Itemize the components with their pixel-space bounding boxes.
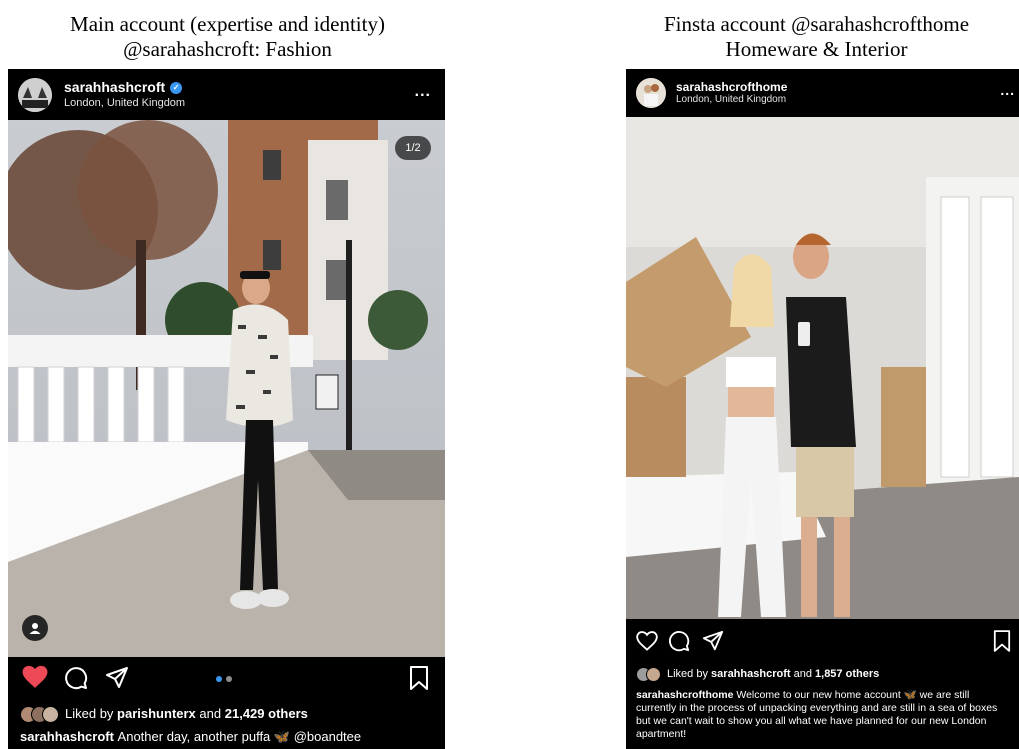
post-header: sarahhashcroft ✓ London, United Kingdom … xyxy=(8,69,445,120)
tagged-user-icon[interactable] xyxy=(22,615,48,641)
left-caption-line1: Main account (expertise and identity) xyxy=(70,12,385,36)
liked-by-label: Liked by xyxy=(65,706,114,721)
verified-badge-icon: ✓ xyxy=(170,81,183,94)
right-caption-line1: Finsta account @sarahashcrofthome xyxy=(663,12,970,36)
location[interactable]: London, United Kingdom xyxy=(676,94,787,106)
liked-by-user-link[interactable]: parishunterx xyxy=(117,705,196,723)
more-options-button[interactable]: ... xyxy=(415,83,431,101)
username-text: sarahashcrofthome xyxy=(676,80,788,94)
caption-username[interactable]: sarahhashcroft xyxy=(20,729,114,744)
post-photo[interactable]: 1/2 xyxy=(8,120,445,657)
right-figure-caption: Finsta account @sarahashcrofthome Homewa… xyxy=(614,12,1019,62)
liker-avatars xyxy=(20,705,59,723)
location[interactable]: London, United Kingdom xyxy=(64,96,185,110)
liked-by-user-link[interactable]: sarahhashcroft xyxy=(711,667,790,682)
likes-count-link[interactable]: 21,429 others xyxy=(225,705,308,723)
left-caption-line2: @sarahashcroft: Fashion xyxy=(123,37,332,61)
liked-by-label: Liked by xyxy=(667,668,708,680)
apartment-photo-illustration xyxy=(626,117,1019,619)
post-caption: sarahhashcroft Another day, another puff… xyxy=(20,728,440,745)
more-options-button[interactable]: ... xyxy=(1000,82,1015,98)
share-send-icon[interactable] xyxy=(105,666,129,690)
liked-by-and: and xyxy=(793,668,812,680)
action-bar xyxy=(8,657,445,699)
action-bar xyxy=(626,619,1019,663)
avatar[interactable] xyxy=(18,77,52,112)
likes-row: Liked by parishunterx and 21,429 others xyxy=(20,705,308,723)
liker-avatars xyxy=(636,667,661,682)
caption-username[interactable]: sarahashcrofthome xyxy=(636,689,733,701)
like-heart-icon[interactable] xyxy=(636,631,658,651)
street-photo-illustration xyxy=(8,120,445,657)
share-send-icon[interactable] xyxy=(702,630,724,652)
save-bookmark-icon[interactable] xyxy=(409,666,429,690)
left-figure-caption: Main account (expertise and identity) @s… xyxy=(0,12,455,62)
username-text: sarahhashcroft xyxy=(64,79,166,95)
finsta-account-post: sarahashcrofthome London, United Kingdom… xyxy=(626,69,1019,749)
post-photo[interactable] xyxy=(626,117,1019,619)
save-bookmark-icon[interactable] xyxy=(993,630,1011,652)
username[interactable]: sarahhashcroft ✓ xyxy=(64,79,185,96)
carousel-dots-icon xyxy=(216,676,232,682)
likes-count-link[interactable]: 1,857 others xyxy=(815,667,879,682)
avatar[interactable] xyxy=(636,78,666,108)
post-header: sarahashcrofthome London, United Kingdom… xyxy=(626,69,1019,117)
username[interactable]: sarahashcrofthome xyxy=(676,80,787,94)
right-caption-line2: Homeware & Interior xyxy=(725,37,908,61)
photo-counter-badge: 1/2 xyxy=(395,136,431,160)
comment-icon[interactable] xyxy=(64,666,88,690)
main-account-post: sarahhashcroft ✓ London, United Kingdom … xyxy=(8,69,445,749)
liked-by-and: and xyxy=(199,706,222,721)
comment-icon[interactable] xyxy=(668,630,690,652)
post-caption: sarahashcrofthome Welcome to our new hom… xyxy=(636,689,1012,741)
likes-row: Liked by sarahhashcroft and 1,857 others xyxy=(636,667,879,682)
caption-body: Another day, another puffa 🦋 @boandtee xyxy=(117,729,362,744)
like-heart-icon[interactable] xyxy=(22,665,48,689)
